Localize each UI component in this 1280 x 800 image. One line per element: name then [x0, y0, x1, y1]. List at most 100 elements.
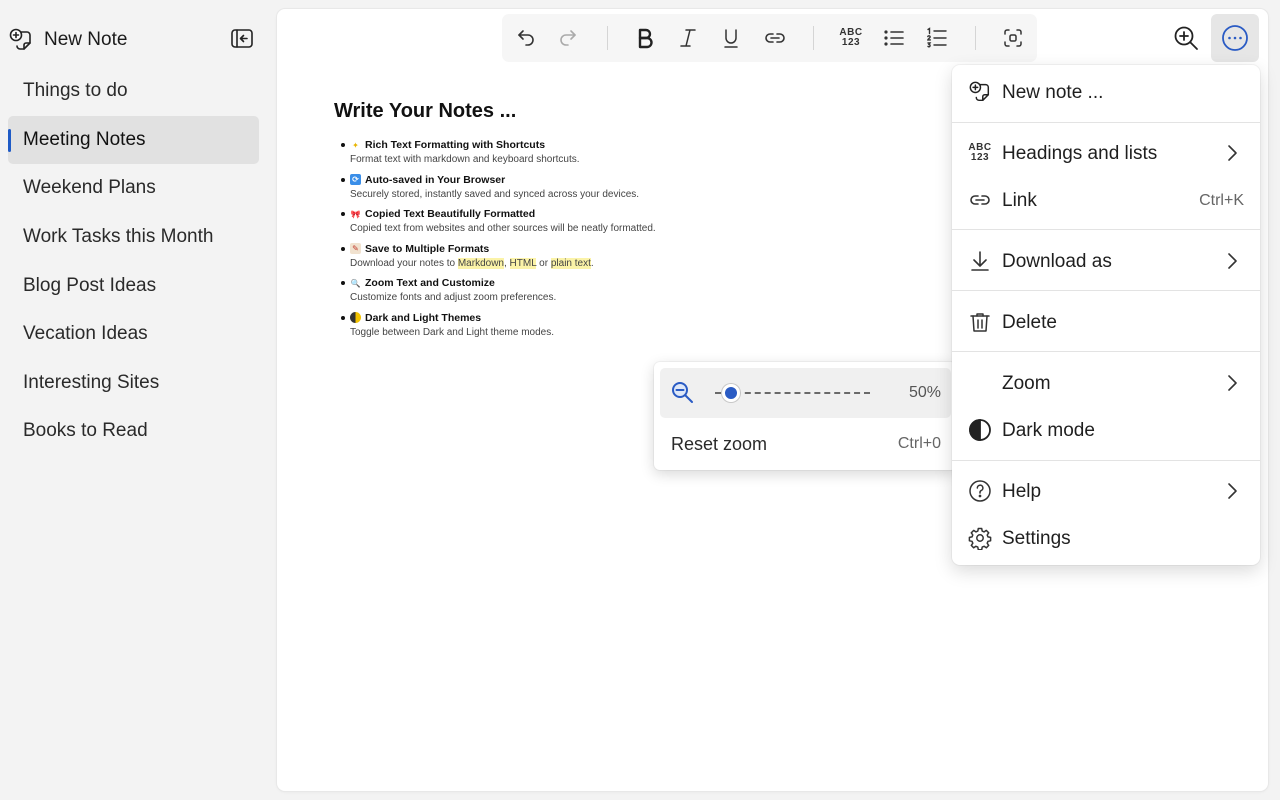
chevron-right-icon: [1222, 143, 1242, 163]
feature-desc: Copied text from websites and other sour…: [350, 223, 656, 234]
new-note-label: New Note: [44, 29, 128, 50]
feature-desc-text: .: [590, 257, 594, 269]
sidebar-note-item[interactable]: Interesting Sites: [8, 359, 259, 408]
memo-icon: ✎: [350, 243, 361, 254]
menu-item-label: Delete: [1002, 312, 1057, 333]
menu-item-link[interactable]: Link Ctrl+K: [952, 178, 1260, 222]
menu-item-label: New note ...: [1002, 82, 1104, 103]
focus-mode-button[interactable]: [997, 22, 1029, 54]
feature-title-text: Save to Multiple Formats: [365, 242, 490, 255]
feature-desc: Customize fonts and adjust zoom preferen…: [350, 292, 557, 303]
note-title: Write Your Notes ...: [334, 100, 517, 122]
zoom-in-icon: [1172, 24, 1200, 52]
collapse-sidebar-icon: [229, 26, 255, 52]
underline-icon: [720, 27, 742, 49]
sidebar-note-item[interactable]: Blog Post Ideas: [8, 261, 259, 310]
undo-button[interactable]: [510, 22, 542, 54]
menu-item-download-as[interactable]: Download as: [952, 239, 1260, 283]
link-shortcut: Ctrl+K: [1199, 192, 1244, 209]
sidebar-note-label: Books to Read: [23, 420, 148, 442]
feature-title: 🔍 Zoom Text and Customize: [350, 275, 894, 291]
menu-item-settings[interactable]: Settings: [952, 516, 1260, 560]
zoom-out-button[interactable]: [670, 380, 696, 406]
menu-item-label: Dark mode: [1002, 420, 1095, 441]
feature-title-text: Auto-saved in Your Browser: [365, 173, 506, 186]
bold-button[interactable]: [629, 22, 661, 54]
new-note-icon: [8, 27, 34, 53]
link-icon: [763, 26, 787, 50]
feature-title: ✦ Rich Text Formatting with Shortcuts: [350, 137, 894, 153]
menu-item-label: Settings: [1002, 528, 1071, 549]
bold-icon: [634, 27, 656, 49]
feature-desc-text: Download your notes to: [350, 257, 458, 269]
menu-item-headings-and-lists[interactable]: ABC 123 Headings and lists: [952, 131, 1260, 175]
menu-item-help[interactable]: Help: [952, 469, 1260, 513]
redo-button[interactable]: [552, 22, 584, 54]
menu-item-dark-mode[interactable]: Dark mode: [952, 408, 1260, 452]
menu-item-new-note[interactable]: New note ...: [952, 70, 1260, 114]
link-icon: [968, 188, 992, 212]
italic-button[interactable]: [672, 22, 704, 54]
sidebar-note-item[interactable]: Meeting Notes: [8, 115, 259, 165]
menu-item-label: Help: [1002, 481, 1042, 502]
more-options-button[interactable]: [1211, 14, 1259, 62]
new-note-button[interactable]: New Note: [8, 22, 127, 58]
note-content[interactable]: Write Your Notes ... ✦ Rich Text Formatt…: [334, 100, 894, 344]
toolbar-divider: [813, 26, 814, 50]
formatting-toolbar: ABC 123: [502, 14, 1037, 62]
toolbar-divider: [975, 26, 976, 50]
zoom-submenu: 50% Reset zoom Ctrl+0: [654, 362, 957, 470]
menu-divider: [952, 351, 1260, 352]
gear-icon: [968, 526, 992, 550]
menu-item-label: Zoom: [1002, 373, 1051, 394]
feature-desc: Toggle between Dark and Light theme mode…: [350, 326, 555, 338]
help-icon: [968, 479, 992, 503]
zoom-slider-thumb[interactable]: [721, 384, 740, 402]
focus-mode-icon: [1002, 27, 1024, 49]
reset-zoom-item[interactable]: Reset zoom Ctrl+0: [660, 424, 951, 464]
bullet-list-button[interactable]: [878, 22, 910, 54]
sparkles-icon: ✦: [352, 140, 359, 150]
zoom-in-button[interactable]: [1168, 20, 1204, 56]
numbered-list-button[interactable]: [921, 22, 953, 54]
new-note-icon: [968, 80, 992, 104]
link-button[interactable]: [759, 22, 791, 54]
sidebar-note-item[interactable]: Work Tasks this Month: [8, 213, 259, 262]
menu-divider: [952, 290, 1260, 291]
menu-divider: [952, 229, 1260, 230]
chevron-right-icon: [1222, 251, 1242, 271]
collapse-sidebar-button[interactable]: [229, 26, 255, 52]
feature-desc-text: or: [536, 257, 551, 269]
magnifier-icon: 🔍: [350, 278, 361, 288]
menu-item-delete[interactable]: Delete: [952, 300, 1260, 344]
download-icon: [968, 249, 992, 273]
sidebar-note-label: Things to do: [23, 80, 128, 102]
chevron-right-icon: [1222, 481, 1242, 501]
feature-item: Dark and Light Themes Toggle between Dar…: [334, 310, 894, 341]
half-moon-icon: [350, 312, 361, 323]
feature-desc: Securely stored, instantly saved and syn…: [350, 188, 640, 200]
feature-desc: Download your notes to Markdown, HTML or…: [350, 257, 894, 272]
feature-item: ✦ Rich Text Formatting with Shortcuts Fo…: [334, 137, 894, 168]
sidebar-note-item[interactable]: Weekend Plans: [8, 164, 259, 213]
sidebar-note-item[interactable]: Books to Read: [8, 407, 259, 456]
italic-icon: [677, 27, 699, 49]
feature-title-text: Dark and Light Themes: [365, 311, 482, 324]
sidebar-note-label: Blog Post Ideas: [23, 274, 157, 296]
sidebar-note-item[interactable]: Things to do: [8, 67, 259, 116]
zoom-value: 50%: [908, 384, 941, 401]
numbered-list-icon: [925, 26, 949, 50]
menu-item-zoom[interactable]: Zoom: [952, 361, 1260, 405]
headings-icon-bottom: 123: [841, 37, 861, 48]
headings-button[interactable]: ABC 123: [835, 22, 867, 54]
menu-divider: [952, 122, 1260, 123]
sidebar-note-label: Work Tasks this Month: [23, 226, 214, 248]
feature-item: 🔍 Zoom Text and Customize Customize font…: [334, 275, 894, 306]
sidebar-note-item[interactable]: Vecation Ideas: [8, 310, 259, 359]
zoom-slider-row: 50%: [660, 368, 951, 418]
underline-button[interactable]: [715, 22, 747, 54]
feature-title-text: Copied Text Beautifully Formatted: [365, 208, 536, 220]
headings-icon: ABC 123: [968, 141, 992, 165]
format-html: HTML: [509, 257, 537, 269]
feature-desc: Format text with markdown and keyboard s…: [350, 154, 580, 165]
